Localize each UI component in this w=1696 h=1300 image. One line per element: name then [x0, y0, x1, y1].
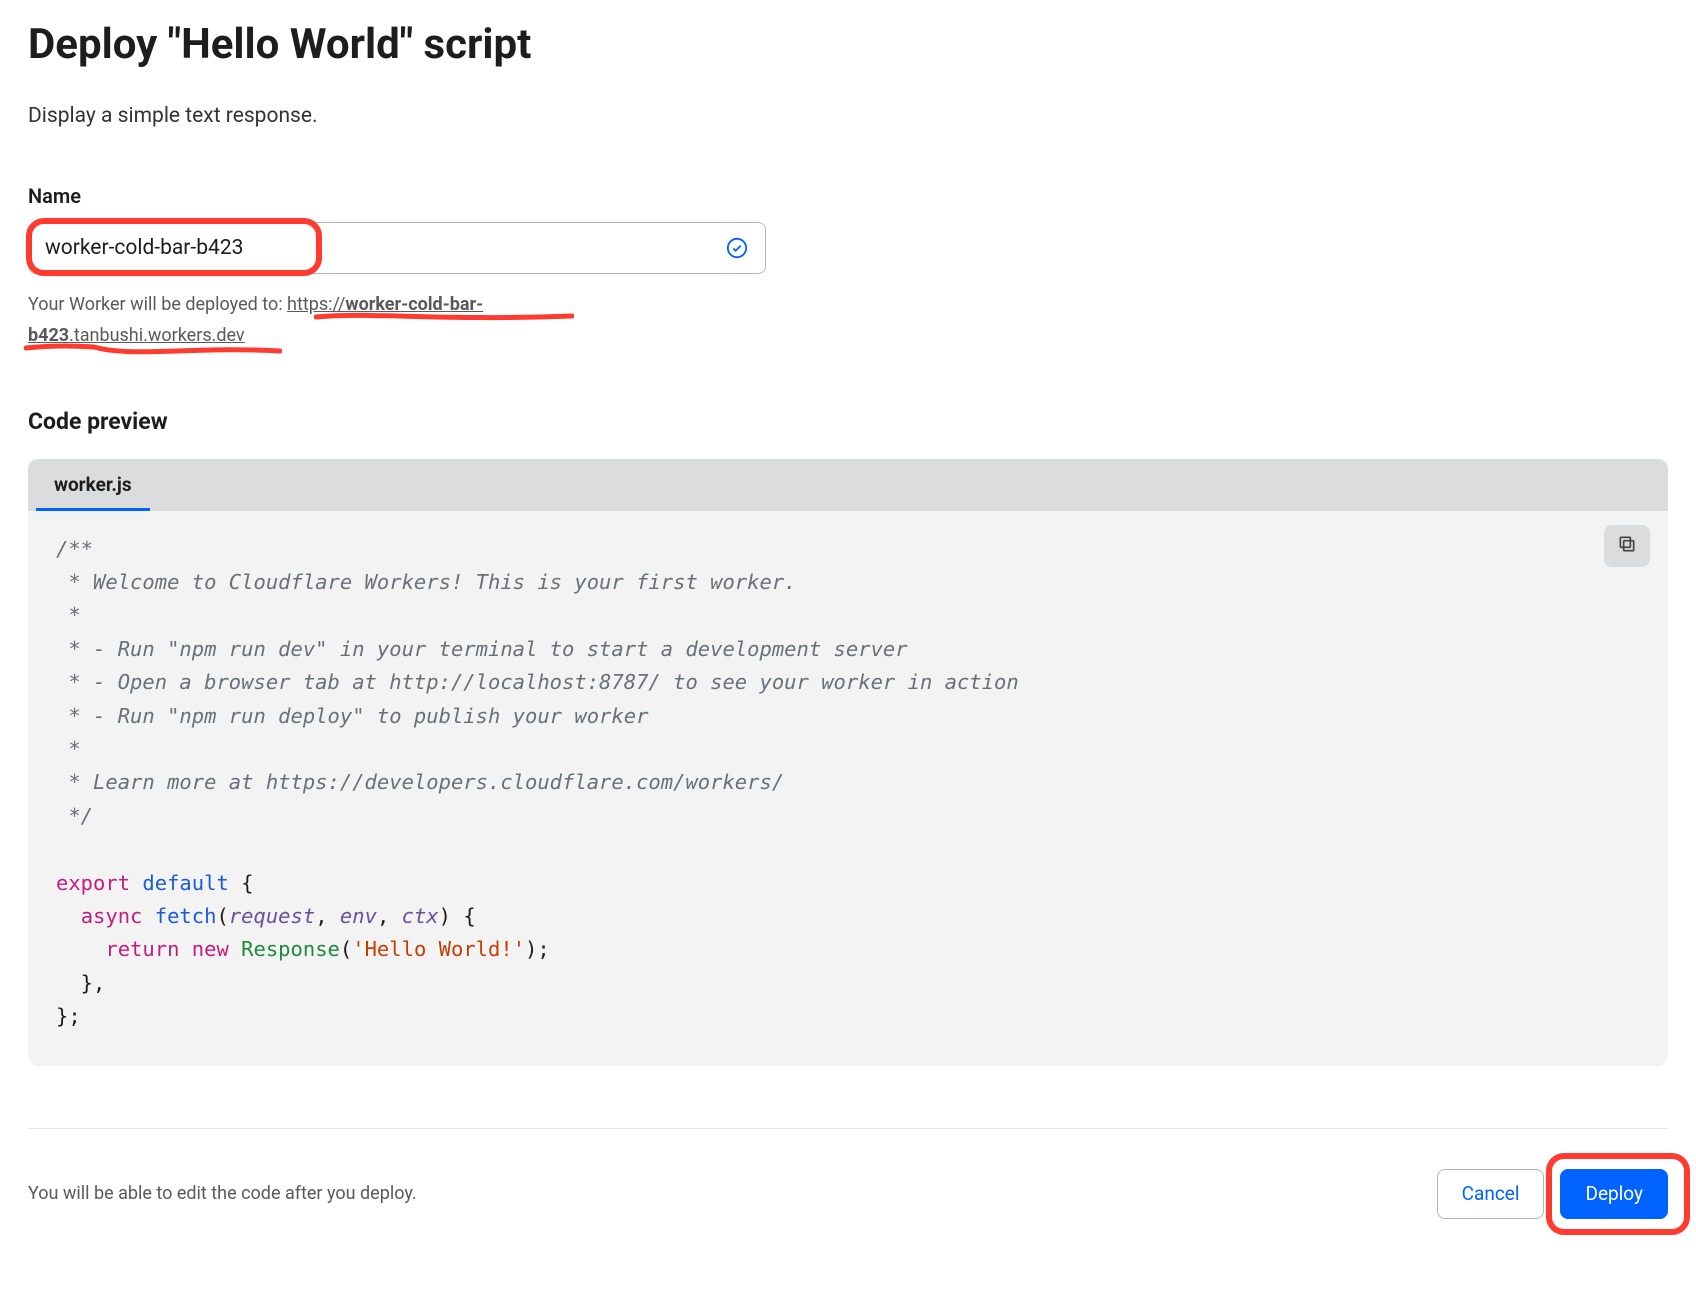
name-input[interactable] — [28, 222, 766, 274]
deploy-button[interactable]: Deploy — [1560, 1169, 1668, 1219]
copy-button[interactable] — [1604, 525, 1650, 567]
url-domain: .tanbushi.workers.dev — [69, 325, 245, 346]
tab-worker-js[interactable]: worker.js — [36, 459, 150, 511]
code-preview-title: Code preview — [28, 408, 1668, 435]
copy-icon — [1617, 534, 1637, 557]
code-content: /** * Welcome to Cloudflare Workers! Thi… — [56, 533, 1640, 1034]
code-preview: worker.js /** * Welcome to Cloudflare Wo… — [28, 459, 1668, 1066]
deployed-prefix: Your Worker will be deployed to: — [28, 294, 287, 315]
page-subtitle: Display a simple text response. — [28, 104, 1668, 128]
url-scheme: https:// — [287, 294, 345, 315]
footer-bar: You will be able to edit the code after … — [28, 1128, 1668, 1219]
deployed-to-text: Your Worker will be deployed to: https:/… — [28, 290, 568, 351]
code-tabs: worker.js — [28, 459, 1668, 511]
page-title: Deploy "Hello World" script — [28, 20, 1668, 70]
footer-note: You will be able to edit the code after … — [28, 1183, 417, 1204]
name-input-container — [28, 222, 766, 274]
footer-actions: Cancel Deploy — [1437, 1169, 1668, 1219]
check-circle-icon — [726, 237, 748, 259]
code-body: /** * Welcome to Cloudflare Workers! Thi… — [28, 511, 1668, 1066]
cancel-button[interactable]: Cancel — [1437, 1169, 1545, 1219]
name-field-label: Name — [28, 184, 1668, 208]
